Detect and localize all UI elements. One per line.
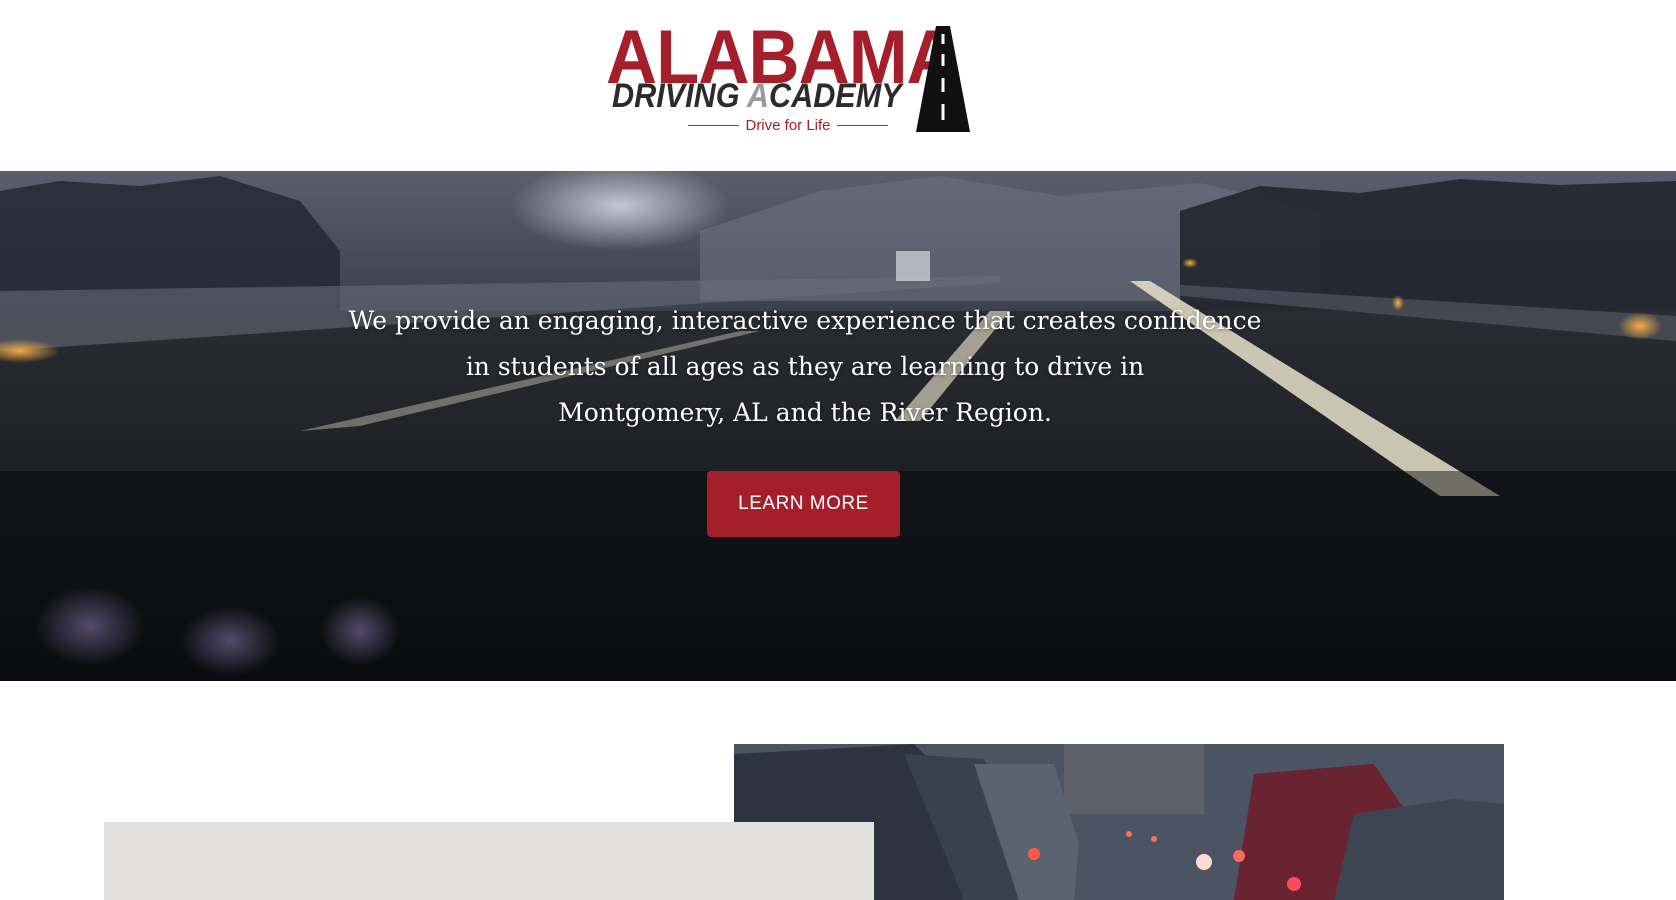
content-panel <box>104 822 874 900</box>
hero-tagline-line-2: in students of all ages as they are lear… <box>465 352 1145 381</box>
tagline-rule-left <box>688 124 740 126</box>
hero-section: We provide an engaging, interactive expe… <box>0 171 1676 681</box>
road-icon <box>916 26 970 132</box>
logo-tagline: Drive for Life <box>745 116 831 134</box>
site-logo[interactable]: ALABAMA DRIVING ACADEMY Drive for Life <box>600 18 972 136</box>
logo-tagline-row: Drive for Life <box>688 113 888 137</box>
hero-tagline-line-1: We provide an engaging, interactive expe… <box>348 306 1262 335</box>
learn-more-button[interactable]: LEARN MORE <box>707 471 900 537</box>
hero-tagline-line-3: Montgomery, AL and the River Region. <box>558 398 1052 427</box>
intro-section <box>0 681 1676 900</box>
hero-tagline: We provide an engaging, interactive expe… <box>340 298 1270 436</box>
site-header: ALABAMA DRIVING ACADEMY Drive for Life <box>0 0 1676 171</box>
tagline-rule-right <box>836 124 888 126</box>
logo-subtitle: DRIVING ACADEMY <box>612 77 902 115</box>
